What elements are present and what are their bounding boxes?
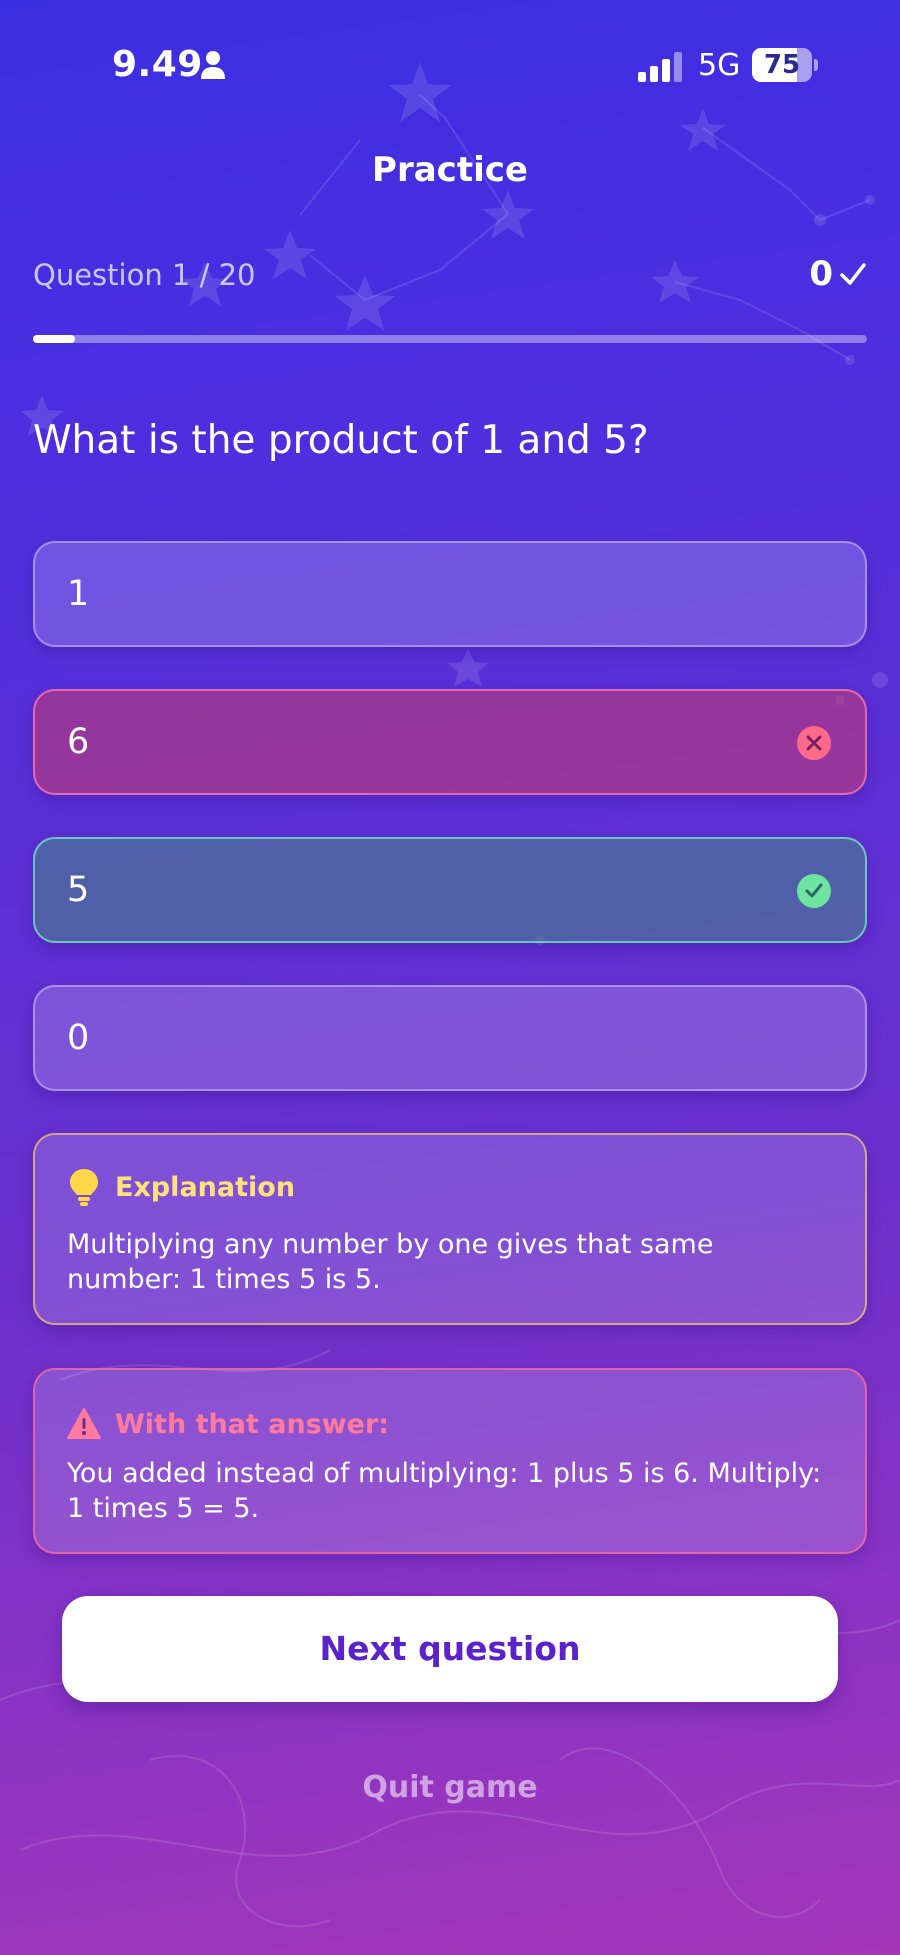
explanation-text: Multiplying any number by one gives that… <box>67 1229 714 1295</box>
battery-icon: 75 <box>752 48 812 82</box>
lightbulb-icon <box>70 1169 98 1206</box>
answer-option-4[interactable]: 0 <box>33 985 867 1091</box>
warning-icon <box>67 1408 101 1439</box>
progress-bar <box>33 335 867 343</box>
wrong-answer-feedback-card: With that answer: You added instead of m… <box>33 1368 867 1554</box>
feedback-text: You added instead of multiplying: 1 plus… <box>67 1458 822 1524</box>
next-question-button[interactable]: Next question <box>62 1596 838 1702</box>
signal-strength-icon <box>638 52 682 82</box>
network-type: 5G <box>698 48 741 83</box>
answer-label: 1 <box>67 574 90 614</box>
answer-label: 5 <box>67 870 90 910</box>
correct-answer-icon <box>797 874 831 908</box>
quit-game-button[interactable]: Quit game <box>0 1770 900 1805</box>
score-value: 0 <box>809 254 833 294</box>
score-counter: 0 <box>809 254 867 294</box>
page-title: Practice <box>372 150 528 190</box>
practice-screen: 9.49 5G 75 Practice Question 1 / 20 0 Wh… <box>0 0 900 1955</box>
feedback-header: With that answer: <box>67 1404 389 1444</box>
battery-percent: 75 <box>763 50 801 80</box>
progress-fill <box>33 335 75 343</box>
battery-tip <box>814 59 818 71</box>
question-text: What is the product of 1 and 5? <box>33 418 649 463</box>
explanation-title: Explanation <box>115 1171 296 1203</box>
answer-option-3[interactable]: 5 <box>33 837 867 943</box>
answer-label: 0 <box>67 1018 90 1058</box>
explanation-card: Explanation Multiplying any number by on… <box>33 1133 867 1325</box>
status-time: 9.49 <box>112 44 203 85</box>
answer-label: 6 <box>67 722 90 762</box>
answer-option-2[interactable]: 6 <box>33 689 867 795</box>
feedback-title: With that answer: <box>115 1408 390 1440</box>
wrong-answer-icon <box>797 726 831 760</box>
explanation-header: Explanation <box>67 1167 295 1207</box>
status-bar: 9.49 5G 75 <box>0 0 900 120</box>
answer-option-1[interactable]: 1 <box>33 541 867 647</box>
question-counter: Question 1 / 20 <box>33 258 256 292</box>
person-icon <box>201 51 225 79</box>
checkmark-icon <box>840 263 866 285</box>
